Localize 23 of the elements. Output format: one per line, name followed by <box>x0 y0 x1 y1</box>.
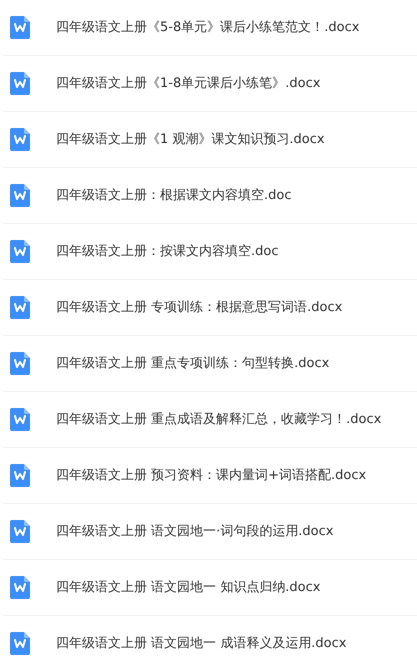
word-document-icon <box>10 128 30 151</box>
file-name[interactable]: 四年级语文上册 语文园地一 知识点归纳.docx <box>56 578 320 598</box>
word-document-icon <box>10 184 30 207</box>
word-document-icon <box>10 72 30 95</box>
word-document-icon <box>10 296 30 319</box>
file-name[interactable]: 四年级语文上册《5-8单元》课后小练笔范文！.docx <box>56 18 360 38</box>
word-document-icon <box>10 352 30 375</box>
file-name[interactable]: 四年级语文上册 重点成语及解释汇总，收藏学习！.docx <box>56 410 382 430</box>
file-name[interactable]: 四年级语文上册：根据课文内容填空.doc <box>56 186 292 206</box>
word-document-icon <box>10 408 30 431</box>
word-document-icon <box>10 464 30 487</box>
word-document-icon <box>10 576 30 599</box>
file-name[interactable]: 四年级语文上册《1-8单元课后小练笔》.docx <box>56 74 320 94</box>
file-name[interactable]: 四年级语文上册 专项训练：根据意思写词语.docx <box>56 298 342 318</box>
file-name[interactable]: 四年级语文上册 重点专项训练：句型转换.docx <box>56 354 330 374</box>
word-document-icon <box>10 240 30 263</box>
file-name[interactable]: 四年级语文上册 语文园地一 成语释义及运用.docx <box>56 634 346 654</box>
file-name[interactable]: 四年级语文上册 语文园地一·词句段的运用.docx <box>56 522 334 542</box>
file-name[interactable]: 四年级语文上册 预习资料：课内量词+词语搭配.docx <box>56 466 366 486</box>
file-name[interactable]: 四年级语文上册《1 观潮》课文知识预习.docx <box>56 130 325 150</box>
word-document-icon <box>10 520 30 543</box>
word-document-icon <box>10 16 30 39</box>
file-name[interactable]: 四年级语文上册：按课文内容填空.doc <box>56 242 278 262</box>
